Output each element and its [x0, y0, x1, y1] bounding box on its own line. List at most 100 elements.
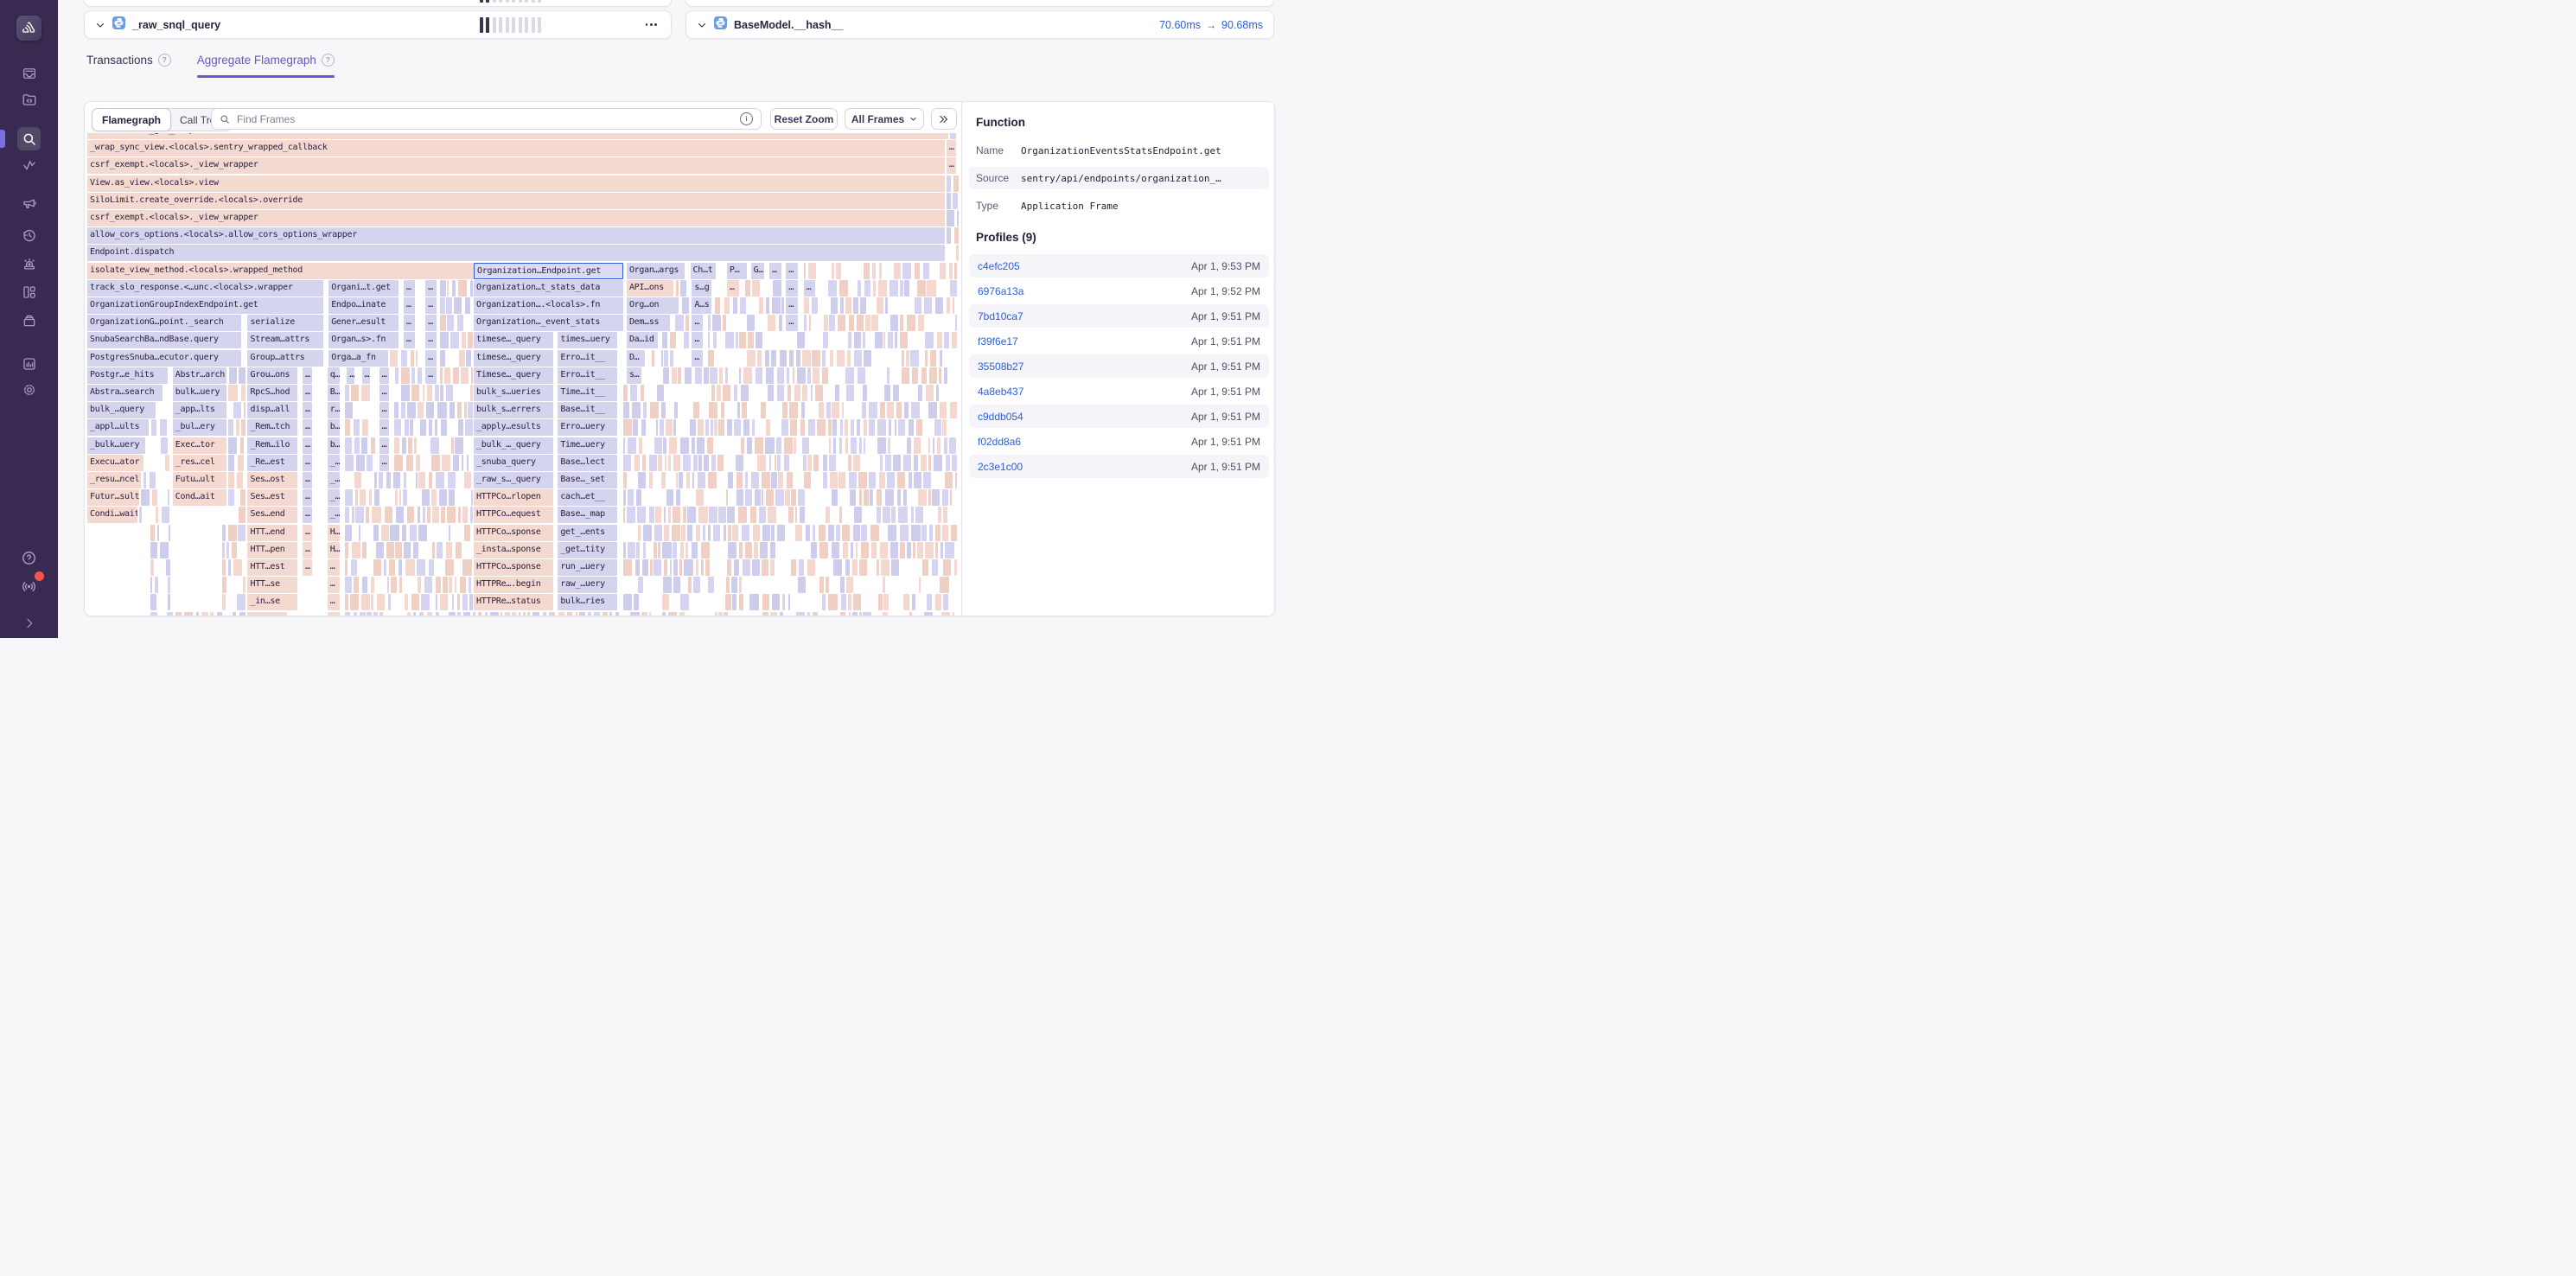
flamegraph-frame[interactable]: B…	[328, 385, 341, 401]
flamegraph-frame[interactable]: Orga…a_fn	[328, 350, 388, 367]
flamegraph-frame[interactable]: …	[947, 140, 957, 156]
flamegraph-frame[interactable]: …	[347, 367, 354, 384]
flamegraph-frame[interactable]: Ses…ost	[247, 472, 296, 488]
profile-link[interactable]: f02dd8a6	[978, 436, 1021, 448]
flamegraph-frame[interactable]: Exec…tor	[173, 437, 226, 454]
flamegraph-frame[interactable]: …	[379, 419, 389, 436]
flamegraph-frame[interactable]: …	[404, 315, 415, 331]
flamegraph-frame[interactable]: _…	[328, 472, 341, 488]
help-icon[interactable]: ?	[158, 54, 171, 67]
flamegraph-frame[interactable]: q…	[328, 367, 341, 384]
profile-link[interactable]: 7bd10ca7	[978, 310, 1023, 322]
flamegraph-frame[interactable]: …	[303, 525, 312, 541]
sidebar-item-whats-new[interactable]	[17, 575, 41, 598]
flamegraph-frame[interactable]: Endpoint.dispatch	[87, 245, 945, 261]
info-icon[interactable]: i	[740, 112, 753, 125]
flamegraph-frame[interactable]: Postgr…e_hits	[87, 367, 168, 384]
flamegraph-frame[interactable]: b…	[328, 437, 341, 454]
flamegraph-frame[interactable]: …	[379, 402, 389, 418]
collapse-panel-button[interactable]	[931, 108, 957, 130]
sidebar-item-sentry-logo[interactable]	[16, 16, 41, 41]
flamegraph-frame[interactable]: …	[303, 507, 312, 523]
flamegraph-frame[interactable]: Execu…ator	[87, 455, 143, 471]
flamegraph-frame[interactable]: HTTPCo…rlopen	[474, 489, 553, 506]
sidebar-item-issues[interactable]	[17, 61, 41, 85]
flamegraph-frame[interactable]: _in…se	[247, 594, 296, 610]
flamegraph-frame[interactable]: …	[769, 263, 781, 279]
flamegraph-frame[interactable]: …	[425, 367, 437, 384]
chevron-down-icon[interactable]	[697, 20, 707, 30]
flamegraph-frame[interactable]: _…	[328, 455, 341, 471]
flamegraph-frame[interactable]: H…	[328, 525, 341, 541]
flamegraph-frame[interactable]: …	[947, 157, 957, 174]
flamegraph-frame[interactable]: _Rem…ilo	[247, 437, 296, 454]
flamegraph-frame[interactable]: Base…lect	[558, 455, 617, 471]
flamegraph-frame-selected[interactable]: Organization…Endpoint.get	[474, 263, 623, 279]
flamegraph-frame[interactable]: Organization…_event_stats	[474, 315, 623, 331]
flamegraph-frame[interactable]: s…	[627, 367, 641, 384]
sidebar-item-stats[interactable]	[17, 352, 41, 375]
flamegraph-frame[interactable]: …	[425, 297, 437, 314]
flamegraph-frame[interactable]: …	[786, 315, 798, 331]
flamegraph-frame[interactable]: disp…all	[247, 402, 296, 418]
flamegraph-frame[interactable]: …	[425, 315, 437, 331]
flamegraph-frame[interactable]: HTTPRe….begin	[474, 577, 553, 593]
flamegraph-frame[interactable]: HTTPCo…equest	[474, 507, 553, 523]
sidebar-item-releases[interactable]	[17, 309, 41, 332]
flamegraph-frame[interactable]: …	[804, 280, 815, 297]
profile-link[interactable]: 4a8eb437	[978, 386, 1023, 398]
flamegraph-canvas[interactable]: BaseHandler._get_response_wrap_sync_view…	[87, 133, 961, 616]
flamegraph-frame[interactable]: csrf_exempt.<locals>._view_wrapper	[87, 157, 945, 174]
flamegraph-frame[interactable]: D…	[627, 350, 645, 367]
flamegraph-frame[interactable]: Organization…t_stats_data	[474, 280, 623, 297]
flamegraph-frame[interactable]: _bulk_…_query	[474, 437, 553, 454]
flamegraph-frame[interactable]: Organ…args	[627, 263, 685, 279]
flamegraph-frame[interactable]: cach…et__	[558, 489, 617, 506]
flamegraph-frame[interactable]: RpcS…hod	[247, 385, 296, 401]
flamegraph-frame[interactable]: isolate_view_method.<locals>.wrapped_met…	[87, 263, 474, 279]
profile-link[interactable]: f39f6e17	[978, 335, 1018, 348]
flamegraph-frame[interactable]: serialize	[247, 315, 322, 331]
sidebar-item-help[interactable]	[17, 546, 41, 570]
flamegraph-frame[interactable]: …	[303, 419, 312, 436]
flamegraph-frame[interactable]: Da…id	[627, 332, 658, 348]
flamegraph-frame[interactable]: …	[303, 559, 312, 576]
tab-transactions[interactable]: Transactions ?	[86, 54, 171, 78]
flamegraph-frame[interactable]: Erro…it__	[558, 367, 617, 384]
flamegraph-frame[interactable]: bulk_s…errers	[474, 402, 553, 418]
flamegraph-frame[interactable]: …	[303, 437, 312, 454]
flamegraph-frame[interactable]: …	[328, 577, 341, 593]
flamegraph-frame[interactable]: …	[379, 385, 389, 401]
flamegraph-frame[interactable]: …	[362, 367, 370, 384]
flamegraph-frame[interactable]: …	[692, 315, 703, 331]
flamegraph-frame[interactable]: track_slo_response.<…unc.<locals>.wrappe…	[87, 280, 323, 297]
flamegraph-frame[interactable]: Org…on	[627, 297, 679, 314]
flamegraph-frame[interactable]: …	[425, 350, 437, 367]
flamegraph-frame[interactable]: OrganizationG…point._search	[87, 315, 241, 331]
sidebar-item-alerts[interactable]	[17, 252, 41, 276]
flamegraph-frame[interactable]: _bul…ery	[173, 419, 226, 436]
sidebar-item-replays[interactable]	[17, 223, 41, 246]
flamegraph-frame[interactable]: Gener…esult	[328, 315, 399, 331]
flamegraph-frame[interactable]: HTT…pen	[247, 542, 296, 558]
flamegraph-frame[interactable]: _resu…ncel	[87, 472, 141, 488]
flamegraph-frame[interactable]: View.as_view.<locals>.view	[87, 175, 945, 192]
flamegraph-frame[interactable]: Time…it__	[558, 385, 617, 401]
flamegraph-frame[interactable]: timese…_query	[474, 350, 553, 367]
sidebar-item-performance[interactable]	[17, 154, 41, 177]
flamegraph-frame[interactable]: …	[328, 594, 341, 610]
flamegraph-frame[interactable]: b…	[328, 419, 341, 436]
sidebar-item-projects[interactable]	[17, 87, 41, 111]
flamegraph-frame[interactable]: timese…_query	[474, 332, 553, 348]
flamegraph-frame[interactable]: …	[786, 280, 798, 297]
flamegraph-frame[interactable]: bulk…ries	[558, 594, 617, 610]
flamegraph-frame[interactable]: …	[786, 297, 798, 314]
flamegraph-frame[interactable]: BaseHandler._get_response	[87, 133, 948, 139]
flamegraph-frame[interactable]: HTT…est	[247, 559, 296, 576]
flamegraph-frame[interactable]: …	[786, 263, 798, 279]
flamegraph-frame[interactable]: Erro…uery	[558, 419, 617, 436]
flamegraph-frame[interactable]: Ses…est	[247, 489, 296, 506]
flamegraph-frame[interactable]: Timese…_query	[474, 367, 553, 384]
flamegraph-frame[interactable]: Group…attrs	[247, 350, 322, 367]
flamegraph-frame[interactable]: times…uery	[558, 332, 617, 348]
